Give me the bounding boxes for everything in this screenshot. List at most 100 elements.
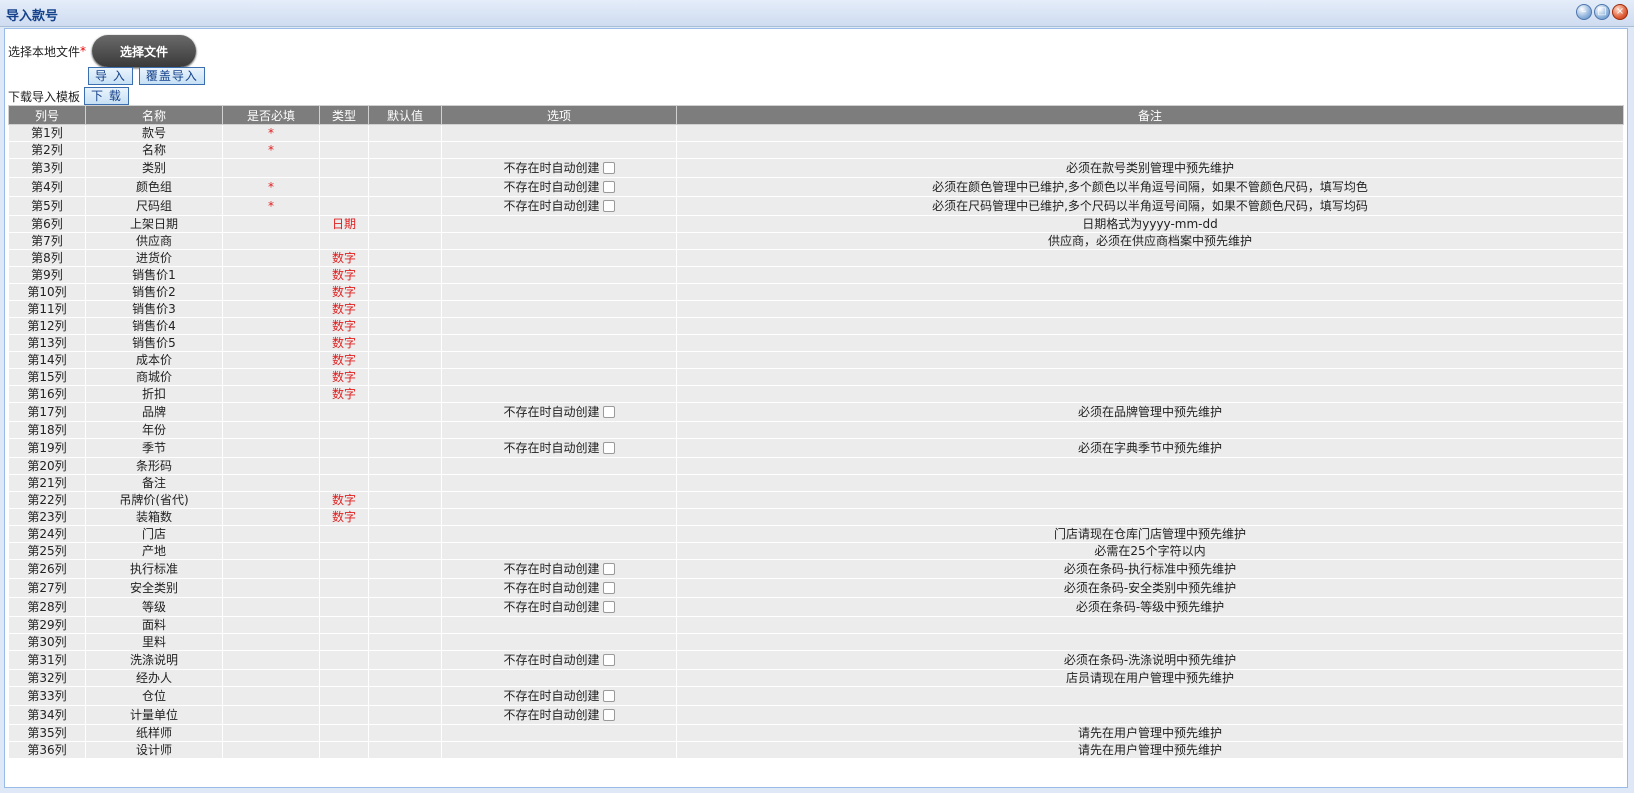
cell-col-no-text: 第6列 [31, 216, 63, 231]
cell-type-text: 数字 [331, 284, 356, 299]
cell-name: 面料 [85, 616, 223, 634]
cell-note: 必须在字典季节中预先维护 [676, 438, 1624, 458]
choose-file-button[interactable]: 选择文件 [92, 35, 197, 67]
cell-note: 必须在条码-洗涤说明中预先维护 [676, 650, 1624, 670]
cell-col-no-text: 第17列 [27, 404, 67, 419]
cell-col-no: 第16列 [8, 385, 86, 403]
cell-note-text: 门店请现在仓库门店管理中预先维护 [1053, 526, 1246, 541]
auto-create-checkbox[interactable] [602, 690, 615, 702]
import-columns-table: 列号 名称 是否必填 类型 默认值 选项 备注 第1列 款号 * 第2列 名称 * 第3列 类… [8, 105, 1624, 759]
cell-col-no-text: 第26列 [27, 561, 67, 576]
cell-default [368, 196, 442, 216]
cell-note [676, 633, 1624, 651]
cell-name-text: 季节 [141, 440, 166, 455]
cell-col-no-text: 第29列 [27, 617, 67, 632]
cell-type: 数字 [319, 491, 369, 509]
import-buttons: 导 入 覆盖导入 [88, 67, 205, 85]
close-icon[interactable]: × [1612, 4, 1628, 20]
cell-note [676, 317, 1624, 335]
auto-create-label: 不存在时自动创建 [503, 404, 600, 419]
cell-col-no: 第31列 [8, 650, 86, 670]
cell-col-no: 第2列 [8, 141, 86, 159]
cell-required [222, 669, 320, 687]
cell-name: 商城价 [85, 368, 223, 386]
cell-note [676, 124, 1624, 142]
required-mark: * [80, 44, 87, 58]
overwrite-import-button[interactable]: 覆盖导入 [138, 67, 205, 85]
minimize-icon[interactable]: – [1576, 4, 1592, 20]
table-row: 第6列 上架日期 日期 日期格式为yyyy-mm-dd [8, 215, 1624, 233]
cell-col-no: 第19列 [8, 438, 86, 458]
cell-default [368, 351, 442, 369]
cell-col-no-text: 第21列 [27, 475, 67, 490]
cell-option [441, 525, 677, 543]
cell-name: 安全类别 [85, 578, 223, 598]
cell-type [319, 421, 369, 439]
cell-note: 供应商，必须在供应商档案中预先维护 [676, 232, 1624, 250]
cell-col-no: 第9列 [8, 266, 86, 284]
auto-create-checkbox[interactable] [602, 442, 615, 454]
cell-name-text: 产地 [141, 543, 166, 558]
cell-col-no-text: 第10列 [27, 284, 67, 299]
auto-create-checkbox[interactable] [602, 654, 615, 666]
cell-type [319, 542, 369, 560]
auto-create-label: 不存在时自动创建 [503, 561, 600, 576]
auto-create-checkbox[interactable] [602, 563, 615, 575]
cell-col-no-text: 第11列 [27, 301, 67, 316]
cell-option [441, 215, 677, 233]
cell-col-no: 第15列 [8, 368, 86, 386]
maximize-icon[interactable]: □ [1594, 4, 1610, 20]
import-button[interactable]: 导 入 [88, 67, 133, 85]
table-row: 第5列 尺码组 * 不存在时自动创建 必须在尺码管理中已维护,多个尺码以半角逗号间隔，如… [8, 196, 1624, 216]
table-row: 第15列 商城价 数字 [8, 368, 1624, 386]
cell-default [368, 724, 442, 742]
auto-create-checkbox[interactable] [602, 582, 615, 594]
cell-type: 数字 [319, 249, 369, 267]
cell-type-text: 日期 [331, 216, 356, 231]
table-row: 第7列 供应商 供应商，必须在供应商档案中预先维护 [8, 232, 1624, 250]
cell-type-text: 数字 [331, 352, 356, 367]
cell-type: 数字 [319, 317, 369, 335]
cell-required [222, 633, 320, 651]
cell-name-text: 销售价5 [132, 335, 176, 350]
auto-create-checkbox[interactable] [602, 181, 615, 193]
auto-create-label: 不存在时自动创建 [503, 599, 600, 614]
cell-col-no-text: 第4列 [31, 179, 63, 194]
cell-note: 必须在颜色管理中已维护,多个颜色以半角逗号间隔，如果不管颜色尺码，填写均色 [676, 177, 1624, 197]
header-col-no: 列号 [8, 105, 86, 125]
auto-create-checkbox[interactable] [602, 709, 615, 721]
auto-create-checkbox[interactable] [602, 601, 615, 613]
table-row: 第25列 产地 必需在25个字符以内 [8, 542, 1624, 560]
table-row: 第4列 颜色组 * 不存在时自动创建 必须在颜色管理中已维护,多个颜色以半角逗号间隔，如… [8, 177, 1624, 197]
cell-note-text: 必须在款号类别管理中预先维护 [1065, 160, 1234, 175]
cell-name-text: 吊牌价(省代) [119, 492, 189, 507]
table-row: 第33列 仓位 不存在时自动创建 [8, 686, 1624, 706]
cell-option [441, 283, 677, 301]
cell-name-text: 仓位 [141, 688, 166, 703]
table-row: 第1列 款号 * [8, 124, 1624, 142]
cell-col-no: 第14列 [8, 351, 86, 369]
cell-col-no-text: 第14列 [27, 352, 67, 367]
cell-note [676, 705, 1624, 725]
choose-file-label: 选择本地文件 [8, 44, 81, 59]
cell-name: 折扣 [85, 385, 223, 403]
auto-create-checkbox[interactable] [602, 406, 615, 418]
cell-type [319, 669, 369, 687]
table-row: 第30列 里料 [8, 633, 1624, 651]
auto-create-checkbox[interactable] [602, 162, 615, 174]
cell-col-no-text: 第27列 [27, 580, 67, 595]
cell-type [319, 177, 369, 197]
cell-type-text: 数字 [331, 267, 356, 282]
cell-type [319, 457, 369, 475]
cell-required: * [222, 196, 320, 216]
header-note: 备注 [676, 105, 1624, 125]
auto-create-checkbox[interactable] [602, 200, 615, 212]
cell-type [319, 741, 369, 759]
cell-name-text: 执行标准 [129, 561, 178, 576]
cell-default [368, 368, 442, 386]
cell-col-no: 第13列 [8, 334, 86, 352]
cell-name-text: 销售价2 [132, 284, 176, 299]
table-row: 第24列 门店 门店请现在仓库门店管理中预先维护 [8, 525, 1624, 543]
cell-option [441, 633, 677, 651]
download-button[interactable]: 下 载 [84, 87, 129, 105]
